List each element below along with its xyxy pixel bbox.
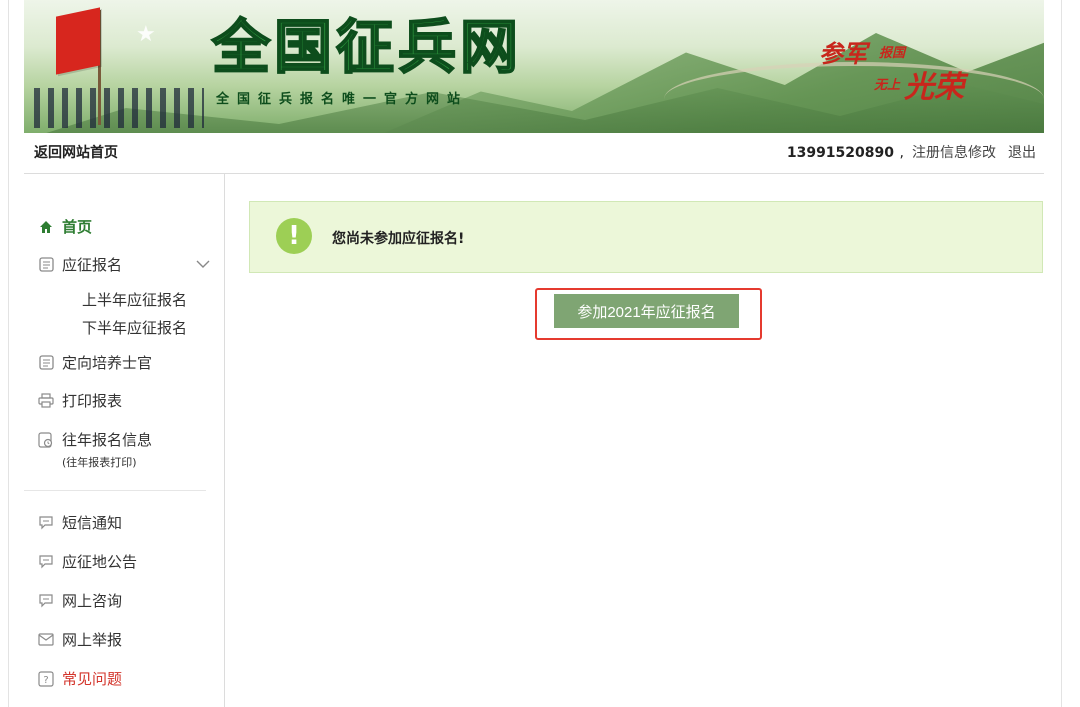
site-logo-title: 全国征兵网 <box>211 13 523 81</box>
sidebar-item-consult[interactable]: 网上咨询 <box>38 590 122 611</box>
sidebar-item-label: 常见问题 <box>62 670 123 688</box>
sidebar-item-nco-training[interactable]: 定向培养士官 <box>38 352 152 373</box>
marching-troops-graphic <box>34 88 204 128</box>
chat-icon <box>38 593 54 609</box>
sidebar-item-label: 网上举报 <box>62 631 123 649</box>
home-link[interactable]: 返回网站首页 <box>34 133 118 173</box>
sidebar-item-second-half[interactable]: 下半年应征报名 <box>82 317 187 338</box>
site-logo-subtitle: 全国征兵报名唯一官方网站 <box>216 92 469 107</box>
question-icon: ? <box>38 670 54 687</box>
form-icon <box>38 355 54 371</box>
flag-icon <box>56 7 100 75</box>
printer-icon <box>38 393 54 409</box>
mail-icon <box>38 632 54 648</box>
slogan-line1: 参军 <box>819 34 867 69</box>
sidebar-item-home[interactable]: 首页 <box>38 216 92 237</box>
sidebar-item-announcements[interactable]: 应征地公告 <box>38 551 137 572</box>
sidebar-item-history[interactable]: 往年报名信息 <box>38 429 152 450</box>
join-registration-button[interactable]: 参加2021年应征报名 <box>554 294 739 328</box>
chevron-down-icon[interactable] <box>196 254 210 273</box>
top-bar: 返回网站首页 13991520890 , 注册信息修改 退出 <box>24 133 1044 174</box>
great-wall-graphic <box>664 62 1044 133</box>
sidebar-item-label: 首页 <box>62 218 93 236</box>
star-icon: ★ <box>136 22 156 47</box>
user-phone: 13991520890 <box>786 145 894 161</box>
slogan-line3: 无上 <box>874 78 901 93</box>
edit-profile-link[interactable]: 注册信息修改 <box>912 133 996 173</box>
sidebar-item-sms[interactable]: 短信通知 <box>38 512 122 533</box>
registration-alert: ! 您尚未参加应征报名! <box>249 201 1043 273</box>
history-note: (往年报表打印) <box>62 456 137 469</box>
slogan-line2: 报国 <box>879 46 906 61</box>
exclamation-icon: ! <box>276 218 312 254</box>
sidebar-divider <box>24 490 206 491</box>
user-separator: , <box>899 145 904 161</box>
sidebar-item-label: 往年报名信息 <box>62 431 153 449</box>
chat-icon <box>38 515 54 531</box>
slogan-text-1: 参军 <box>819 39 867 68</box>
logout-link[interactable]: 退出 <box>1008 133 1036 173</box>
sidebar-item-label: 定向培养士官 <box>62 354 153 372</box>
site-banner: ★ 全国征兵网 全国征兵报名唯一官方网站 参军 报国 无上 光荣 <box>24 0 1044 133</box>
sidebar-item-label: 网上咨询 <box>62 592 123 610</box>
sidebar-item-report[interactable]: 网上举报 <box>38 629 122 650</box>
home-icon <box>38 219 54 235</box>
alert-message: 您尚未参加应征报名! <box>332 231 465 247</box>
page-frame: ★ 全国征兵网 全国征兵报名唯一官方网站 参军 报国 无上 光荣 返回网站首页 … <box>8 0 1062 707</box>
form-icon <box>38 257 54 273</box>
chat-icon <box>38 554 54 570</box>
sidebar-item-print[interactable]: 打印报表 <box>38 390 122 411</box>
history-doc-icon <box>38 431 54 448</box>
sidebar-item-label: 应征地公告 <box>62 553 138 571</box>
svg-text:?: ? <box>43 675 48 686</box>
sidebar-item-faq[interactable]: ? 常见问题 <box>38 668 122 689</box>
sidebar-item-label: 短信通知 <box>62 514 123 532</box>
sidebar-item-enlistment[interactable]: 应征报名 <box>38 254 122 275</box>
sidebar-item-first-half[interactable]: 上半年应征报名 <box>82 289 187 310</box>
sidebar: 首页 应征报名 上半年应征报名 下半年应征报名 定向培养士官 打印报表 往年报名… <box>24 174 225 707</box>
sidebar-item-label: 打印报表 <box>62 392 123 410</box>
sidebar-item-label: 应征报名 <box>62 256 123 274</box>
slogan-line4: 光荣 <box>904 70 964 105</box>
